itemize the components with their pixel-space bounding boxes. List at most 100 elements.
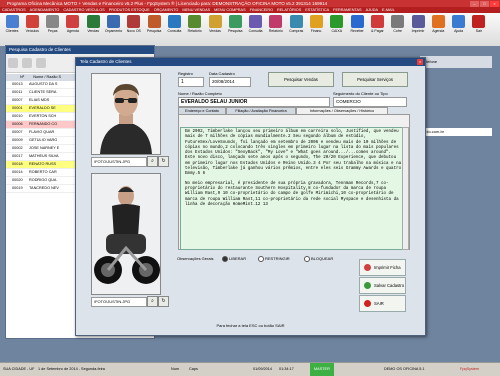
radio-restringir-dot — [258, 256, 264, 262]
toolbar-button-purchase[interactable]: Compras — [287, 15, 305, 33]
row-code: 00009 — [12, 138, 23, 142]
toolbar-label: Pesquisa — [146, 29, 162, 33]
toolbar-button-search2[interactable]: Pesquisa — [226, 15, 244, 33]
photo-2-refresh-icon[interactable]: ↻ — [158, 296, 169, 307]
photo-2-search-icon[interactable]: ⌕ — [147, 296, 158, 307]
row-code: 00007 — [12, 98, 23, 102]
toolbar-button-clients[interactable]: Clientes — [3, 15, 21, 33]
purchase-icon — [289, 15, 303, 28]
toolbar-label: Financ. — [310, 29, 323, 33]
menu-item-e-mail[interactable]: E-MAIL — [382, 8, 395, 12]
window-title-bar: Programa Oficina Mecânica MOTO + Vendas … — [0, 0, 500, 7]
search2-icon — [228, 15, 242, 28]
radio-liberar[interactable]: LIBERAR — [222, 256, 246, 262]
menu-item-cadastros[interactable]: CADASTROS — [2, 8, 26, 12]
exit-label: SAIR — [374, 301, 384, 306]
toolbar-button-vehicle[interactable]: Veículos — [23, 15, 41, 33]
menu-item-menu-vendas[interactable]: MENU VENDAS — [182, 8, 210, 12]
toolbar-label: Imprimir — [411, 29, 425, 33]
clients-window-title: Pesquisa Cadastro de Clientes — [6, 46, 154, 54]
row-name: RENATO RUSS — [29, 162, 57, 166]
toolbar-button-sales2[interactable]: Vendas — [206, 15, 224, 33]
photo-1-search-icon[interactable]: ⌕ — [147, 156, 158, 167]
radio-bloquear[interactable]: BLOQUEAR — [304, 256, 333, 262]
toolbar-button-finance[interactable]: Financ. — [308, 15, 326, 33]
data-cadastro-field[interactable]: 20/08/2014 — [209, 77, 251, 87]
menu-item-relat-rios[interactable]: RELATÓRIOS — [277, 8, 301, 12]
toolbar-button-pay[interactable]: & Pagar — [368, 15, 386, 33]
toolbar-button-print[interactable]: Imprimir — [409, 15, 427, 33]
client-photo-1 — [91, 73, 161, 155]
add-icon[interactable] — [22, 58, 32, 68]
search-services-button[interactable]: Pesquisar Serviços — [342, 72, 408, 87]
radio-liberar-label: LIBERAR — [229, 256, 247, 262]
dialog-close-button[interactable]: × — [417, 59, 423, 65]
radio-restringir[interactable]: RESTRINGIR — [258, 256, 290, 262]
menu-item-cadastro-ve-culos[interactable]: CADASTRO VEÍCULOS — [63, 8, 104, 12]
toolbar-button-sales[interactable]: Vendas — [84, 15, 102, 33]
toolbar-button-query2[interactable]: Consulta — [247, 15, 265, 33]
menu-item-financeiro[interactable]: FINANCEIRO — [250, 8, 273, 12]
observations-memo[interactable]: Em 2002, Timberlake lançou seu primeiro … — [180, 127, 407, 250]
status-city: SUA CIDADE - UF — [3, 367, 35, 371]
toolbar-button-safe[interactable]: Cofre — [389, 15, 407, 33]
menu-item-ferramentas[interactable]: FERRAMENTAS — [333, 8, 361, 12]
menu-item-ajuda[interactable]: AJUDA — [366, 8, 378, 12]
vehicle-icon — [25, 15, 39, 28]
row-code: 00006 — [12, 122, 23, 126]
toolbar-button-query[interactable]: Consulta — [165, 15, 183, 33]
registro-field[interactable]: 1 — [178, 77, 204, 87]
toolbar-button-agenda[interactable]: Agenda — [429, 15, 447, 33]
menu-item-agendamento[interactable]: AGENDAMENTO — [30, 8, 60, 12]
menu-item-menu-compras[interactable]: MENU COMPRAS — [214, 8, 245, 12]
photo-1-refresh-icon[interactable]: ↻ — [158, 156, 169, 167]
toolbar-button-report[interactable]: Relatório — [186, 15, 204, 33]
radio-bloquear-dot — [304, 256, 310, 262]
exit-icon — [364, 300, 371, 308]
search-sales-button[interactable]: Pesquisar Vendas — [268, 72, 334, 87]
toolbar-button-report2[interactable]: Relatório — [267, 15, 285, 33]
seguimento-select[interactable]: COMERCIO — [333, 97, 407, 107]
menu-item-estat-stica[interactable]: ESTATÍSTICA — [305, 8, 329, 12]
status-brand: FpqSystem — [460, 367, 480, 371]
save-button[interactable]: Salvar Cadastro — [359, 277, 406, 294]
row-code: 00014 — [12, 170, 23, 174]
toolbar-button-parts[interactable]: Peças — [44, 15, 62, 33]
toolbar-label: Relatório — [268, 29, 283, 33]
menu-item-or-amento[interactable]: ORÇAMENTO — [154, 8, 179, 12]
row-code: 00019 — [12, 186, 23, 190]
search-icon — [147, 15, 161, 28]
toolbar-button-budget[interactable]: Orçamento — [105, 15, 123, 33]
toolbar-button-calendar[interactable]: Agenda — [64, 15, 82, 33]
window-title: Programa Oficina Mecânica MOTO + Vendas … — [7, 1, 328, 6]
toolbar-button-cash[interactable]: CAIXA — [328, 15, 346, 33]
nome-field[interactable]: EVERALDO SELAU JUNIOR — [178, 97, 330, 107]
refresh-icon[interactable] — [8, 58, 18, 68]
toolbar-button-search[interactable]: Pesquisa — [145, 15, 163, 33]
query-icon — [167, 15, 181, 28]
toolbar-label: Peças — [47, 29, 58, 33]
print-form-button[interactable]: Imprimir Ficha — [359, 259, 406, 276]
toolbar-button-exit[interactable]: Sair — [470, 15, 488, 33]
toolbar-button-receive[interactable]: Receber — [348, 15, 366, 33]
memo-scrollbar[interactable] — [402, 127, 409, 250]
toolbar-button-new-os[interactable]: Novo OS — [125, 15, 143, 33]
toolbar-label: Sair — [475, 29, 482, 33]
new-os-icon — [127, 15, 141, 28]
cash-icon — [330, 15, 344, 28]
row-name: RODRIGO QUA — [29, 178, 57, 182]
menu-item-produtos-estoque[interactable]: PRODUTOS ESTOQUE — [109, 8, 150, 12]
finance-icon — [310, 15, 323, 28]
memo-paragraph-1: Em 2002, Timberlake lançou seu primeiro … — [185, 130, 402, 177]
col-no: Nº — [20, 75, 25, 79]
exit-button[interactable]: SAIR — [359, 295, 406, 312]
status-user: MASTER — [310, 363, 334, 376]
toolbar-button-help[interactable]: Ajuda — [450, 15, 468, 33]
delete-icon[interactable] — [36, 58, 46, 68]
pay-icon — [370, 15, 384, 28]
toolbar-label: Ajuda — [454, 29, 464, 33]
status-current-date: 01/09/2014 — [253, 367, 273, 371]
tab-informacoes-observacoes[interactable]: Informações / Observações / Histórico — [296, 107, 388, 114]
row-code: 00020 — [12, 178, 23, 182]
row-code: 00010 — [12, 114, 23, 118]
